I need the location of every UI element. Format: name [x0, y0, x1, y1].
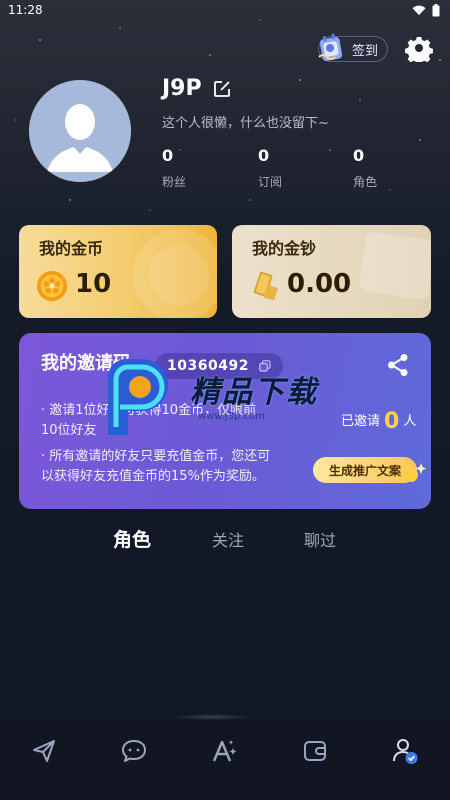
username: J9P — [162, 76, 202, 101]
invited-count: 已邀请 0 人 — [341, 409, 416, 434]
edit-icon[interactable] — [213, 80, 231, 98]
tab-following[interactable]: 关注 — [212, 527, 244, 551]
bottom-nav — [0, 722, 450, 800]
checkin-button[interactable]: 签到 — [318, 33, 388, 62]
share-icon[interactable] — [387, 353, 409, 377]
chat-icon — [122, 740, 146, 762]
my-coins-card[interactable]: 我的金币 10 — [19, 225, 217, 318]
cash-decoration — [359, 232, 431, 300]
stat-label: 角色 — [353, 175, 378, 189]
tab-characters[interactable]: 角色 — [113, 525, 151, 552]
status-bar: 11:28 — [0, 0, 450, 22]
stat-characters[interactable]: 0 角色 — [353, 146, 413, 190]
nav-chat[interactable] — [119, 736, 149, 766]
rule2-line2: 以获得好友充值金币的15%作为奖励。 — [41, 469, 265, 484]
wifi-icon — [412, 5, 426, 15]
profile-icon — [393, 739, 418, 764]
cash-value: 0.00 — [287, 269, 352, 299]
invite-card: 我的邀请码 10360492 · 邀请1位好友可获得10金币，仅限前 10位好友… — [19, 333, 431, 509]
rule1-line2: 10位好友 — [41, 423, 97, 438]
sparkle-coin-icon — [404, 463, 427, 482]
my-cash-card[interactable]: 我的金钞 0.00 — [232, 225, 431, 318]
rule2-line1: · 所有邀请的好友只要充值金币，您还可 — [41, 449, 271, 464]
stat-label: 粉丝 — [162, 175, 187, 189]
checkin-label: 签到 — [351, 43, 378, 59]
status-icons — [412, 4, 440, 17]
gear-icon[interactable] — [405, 34, 433, 62]
generate-promo-label: 生成推广文案 — [328, 463, 401, 478]
status-time: 11:28 — [8, 3, 43, 17]
nav-profile[interactable] — [390, 736, 420, 766]
gold-coin-icon — [36, 270, 68, 302]
tab-chatted[interactable]: 聊过 — [304, 527, 336, 551]
cash-title: 我的金钞 — [252, 239, 317, 258]
battery-icon — [432, 4, 440, 17]
stat-value: 0 — [258, 146, 270, 165]
gold-bar-icon — [253, 271, 278, 301]
nav-wallet[interactable] — [300, 736, 330, 766]
stat-value: 0 — [162, 146, 174, 165]
stat-label: 订阅 — [258, 175, 283, 189]
invite-rule-2: · 所有邀请的好友只要充值金币，您还可 以获得好友充值金币的15%作为奖励。 — [41, 447, 270, 487]
invited-prefix: 已邀请 — [341, 414, 381, 429]
profile-screen: 11:28 签到 J9P 这个人很懒，什么也没留下~ 0 粉丝 0 订阅 0 角… — [0, 0, 450, 800]
send-icon — [33, 740, 55, 762]
copy-icon — [259, 360, 271, 372]
profile-bio: 这个人很懒，什么也没留下~ — [162, 116, 329, 131]
stat-fans[interactable]: 0 粉丝 — [162, 146, 222, 190]
coins-value: 10 — [75, 269, 112, 299]
default-avatar-icon — [29, 80, 131, 182]
nav-create[interactable] — [210, 736, 240, 766]
calendar-checkin-icon — [318, 33, 343, 61]
stat-value: 0 — [353, 146, 365, 165]
invite-title: 我的邀请码 — [41, 353, 131, 374]
invited-number: 0 — [384, 409, 400, 434]
invited-suffix: 人 — [403, 414, 417, 429]
coin-decoration — [133, 229, 217, 318]
invite-code-box[interactable]: 10360492 — [155, 353, 283, 379]
avatar[interactable] — [29, 80, 131, 182]
invite-code: 10360492 — [167, 358, 249, 374]
nav-highlight — [172, 714, 252, 720]
stat-subscriptions[interactable]: 0 订阅 — [258, 146, 318, 190]
wallet-icon — [304, 741, 326, 761]
nav-send[interactable] — [29, 736, 59, 766]
create-ai-icon — [212, 740, 237, 762]
invite-rule-1: · 邀请1位好友可获得10金币，仅限前 10位好友 — [41, 401, 256, 441]
coins-title: 我的金币 — [39, 239, 104, 258]
rule1-line1: · 邀请1位好友可获得10金币，仅限前 — [41, 403, 257, 418]
